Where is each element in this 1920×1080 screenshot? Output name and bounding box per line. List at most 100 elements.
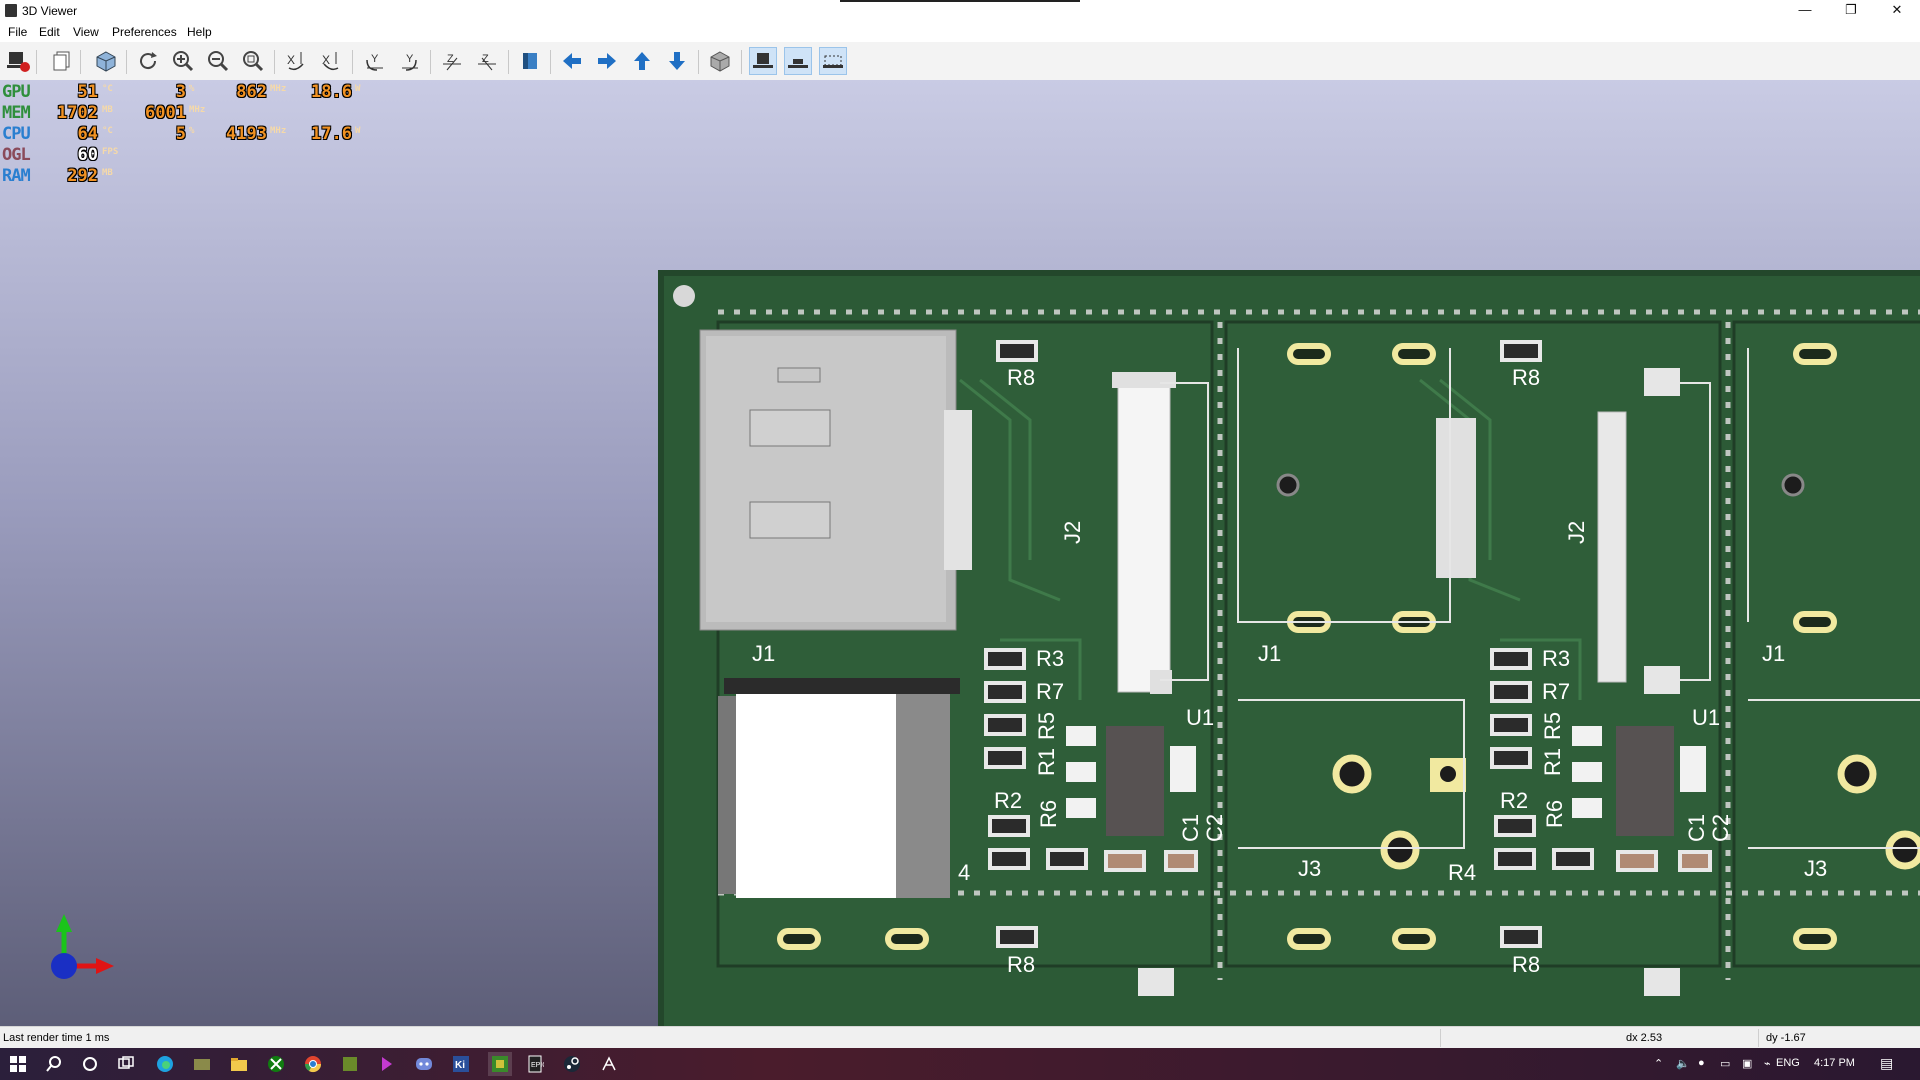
svg-text:Y: Y — [371, 53, 379, 65]
toolbar: X X Y Y Z Z — [0, 42, 1920, 81]
dy-readout: dy -1.67 — [1766, 1032, 1806, 1044]
menu-help[interactable]: Help — [187, 25, 212, 39]
label-r2-b: R2 — [1500, 788, 1528, 813]
windows-start-icon[interactable] — [8, 1054, 28, 1074]
render-raytrace-icon — [7, 52, 30, 72]
close-button[interactable]: ✕ — [1874, 0, 1920, 22]
tray-usb-icon[interactable]: ⌁ — [1764, 1057, 1771, 1070]
label-j3: J3 — [1298, 856, 1321, 881]
svg-text:Y: Y — [406, 53, 414, 65]
label-u1: U1 — [1186, 705, 1214, 730]
files-icon[interactable] — [192, 1054, 212, 1074]
task-view-icon[interactable] — [116, 1054, 136, 1074]
menu-file[interactable]: File — [8, 25, 27, 39]
discord-icon[interactable] — [414, 1054, 434, 1074]
rotate-z-ccw-button[interactable]: Z — [473, 47, 501, 75]
mounting-hole — [673, 285, 695, 307]
kicad-icon[interactable]: Ki — [451, 1054, 471, 1074]
zoom-in-icon — [173, 51, 194, 72]
board-3d-icon — [96, 51, 116, 72]
pan-down-button[interactable] — [663, 47, 691, 75]
tray-battery-icon[interactable]: ▭ — [1720, 1057, 1730, 1070]
rotate-z-ccw-icon: Z — [478, 53, 496, 71]
rotate-z-cw-button[interactable]: Z — [438, 47, 466, 75]
tray-chevron-icon[interactable]: ⌃ — [1654, 1057, 1663, 1070]
pan-right-button[interactable] — [593, 47, 621, 75]
show-smd-button[interactable] — [784, 47, 812, 75]
render-raytrace-button[interactable] — [4, 47, 32, 75]
pan-left-button[interactable] — [558, 47, 586, 75]
label-r6-b: R6 — [1542, 800, 1567, 828]
label-r8-c: R8 — [1007, 952, 1035, 977]
xbox-icon[interactable] — [266, 1054, 286, 1074]
menu-view[interactable]: View — [73, 25, 99, 39]
svg-text:Ki: Ki — [455, 1060, 465, 1071]
label-r2: R2 — [994, 788, 1022, 813]
tray-language[interactable]: ENG — [1776, 1057, 1800, 1069]
rotate-y-cw-icon: Y — [366, 53, 383, 71]
edge-icon[interactable] — [155, 1054, 175, 1074]
label-r8-d: R8 — [1512, 952, 1540, 977]
search-icon[interactable] — [44, 1054, 64, 1074]
label-r5-b: R5 — [1540, 712, 1565, 740]
zoom-out-button[interactable] — [204, 47, 232, 75]
label-r3-b: R3 — [1542, 646, 1570, 671]
menu-preferences[interactable]: Preferences — [112, 25, 177, 39]
label-j2-b: J2 — [1564, 521, 1589, 544]
status-bar: Last render time 1 ms dx 2.53 dy -1.67 — [0, 1026, 1920, 1049]
label-j1-b: J1 — [1258, 641, 1281, 666]
rotate-y-ccw-icon: Y — [402, 53, 418, 71]
tray-network-icon[interactable]: ▣ — [1742, 1057, 1752, 1070]
rotate-x-ccw-button[interactable]: X — [317, 47, 345, 75]
window-title: 3D Viewer — [22, 4, 78, 18]
label-r1: R1 — [1034, 748, 1059, 776]
label-j1: J1 — [752, 641, 775, 666]
zoom-fit-button[interactable] — [239, 47, 267, 75]
notifications-icon[interactable]: ▤ — [1880, 1055, 1893, 1072]
tray-volume-icon[interactable]: 🔈 — [1676, 1057, 1690, 1070]
rotate-y-cw-button[interactable]: Y — [360, 47, 388, 75]
ortho-view-button[interactable] — [706, 47, 734, 75]
board-3d-button[interactable] — [92, 47, 120, 75]
zoom-in-button[interactable] — [169, 47, 197, 75]
cortana-icon[interactable] — [80, 1054, 100, 1074]
minimize-button[interactable]: — — [1782, 0, 1828, 22]
explorer-icon[interactable] — [229, 1054, 249, 1074]
connector-block — [736, 692, 896, 898]
label-r7-b: R7 — [1542, 679, 1570, 704]
ortho-view-icon — [710, 51, 730, 72]
epic-icon[interactable]: EPIC — [525, 1054, 545, 1074]
app-icon-green[interactable] — [340, 1054, 360, 1074]
steam-icon[interactable] — [562, 1054, 582, 1074]
render-time-status: Last render time 1 ms — [3, 1032, 110, 1044]
flip-board-icon — [523, 53, 537, 69]
app-icon — [5, 4, 17, 17]
pcbnew-icon[interactable] — [488, 1052, 512, 1076]
rotate-x-cw-button[interactable]: X — [282, 47, 310, 75]
ffc-connector-j2 — [1117, 381, 1171, 693]
tray-clock[interactable]: 4:17 PM — [1814, 1057, 1855, 1069]
rotate-z-cw-icon: Z — [443, 53, 461, 71]
menu-edit[interactable]: Edit — [39, 25, 60, 39]
show-virtual-button[interactable] — [819, 47, 847, 75]
show-virtual-icon — [823, 55, 843, 68]
dx-readout: dx 2.53 — [1626, 1032, 1663, 1044]
show-tht-icon — [753, 53, 773, 68]
show-tht-button[interactable] — [749, 47, 777, 75]
misc-icon[interactable] — [599, 1054, 619, 1074]
zoom-out-icon — [208, 51, 229, 72]
rotate-y-ccw-button[interactable]: Y — [395, 47, 423, 75]
chrome-icon[interactable] — [303, 1054, 323, 1074]
taskbar: Ki EPIC ⌃ 🔈 ● ▭ ▣ ⌁ ENG 4:17 PM ▤ — [0, 1048, 1920, 1080]
copy-to-clipboard-button[interactable] — [48, 47, 76, 75]
app2-icon[interactable] — [377, 1054, 397, 1074]
tray-app-icon[interactable]: ● — [1698, 1057, 1705, 1069]
restore-button[interactable]: ❐ — [1828, 0, 1874, 22]
reload-button[interactable] — [134, 47, 162, 75]
label-c1-b: C1 — [1684, 814, 1709, 842]
pan-up-button[interactable] — [628, 47, 656, 75]
flip-board-button[interactable] — [516, 47, 544, 75]
3d-viewport[interactable]: GPU 51 °C 3 % 862 MHz 18.6 W MEM 1702 MB… — [0, 80, 1920, 1026]
label-r7: R7 — [1036, 679, 1064, 704]
pcb-render: R8 J2 J1 R3 R7 R5 R1 U1 R2 R6 C1 C2 J3 R… — [658, 270, 1920, 1026]
